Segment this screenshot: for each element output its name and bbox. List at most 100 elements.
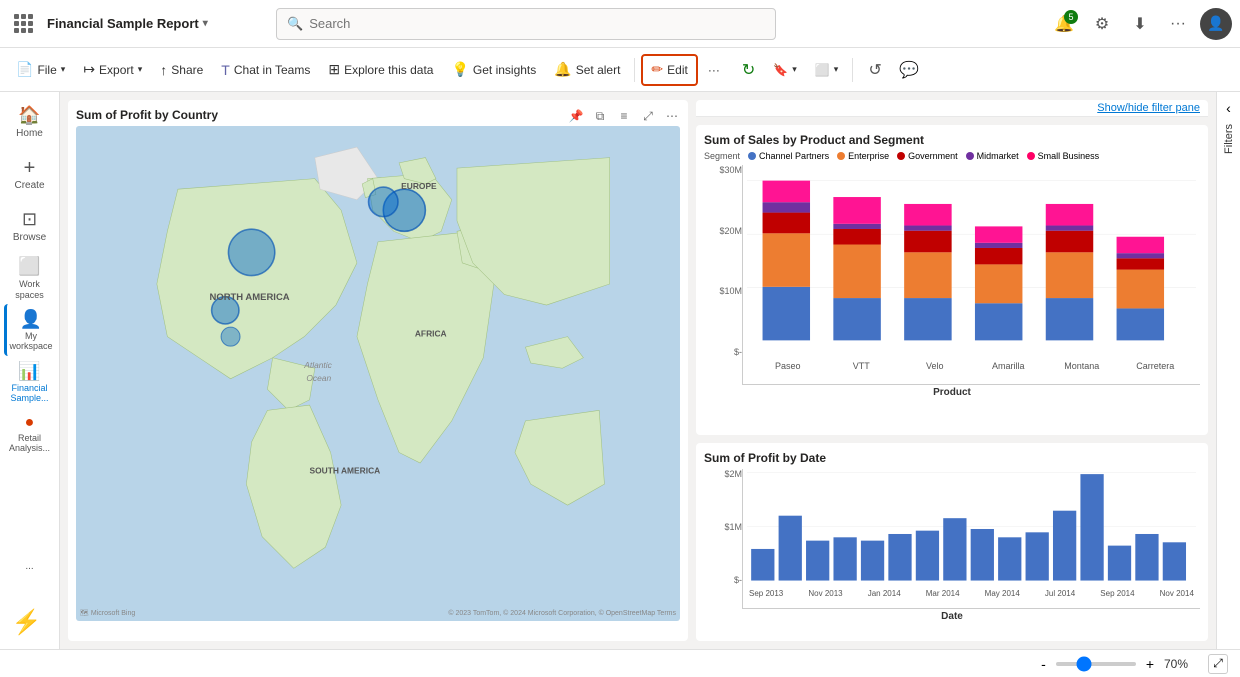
zoom-slider[interactable] [1056,662,1136,666]
sidebar-item-more[interactable]: ... [4,540,56,592]
bookmark-icon: 🔖 [773,63,788,77]
collapse-filter-button[interactable]: ‹ [1226,100,1231,116]
legend-text: Government [908,151,958,161]
sidebar-item-my-workspace[interactable]: 👤 Myworkspace [4,304,56,356]
comment-icon: 💬 [899,60,919,80]
chevron-down-icon: ▾ [203,18,208,29]
report-title[interactable]: Financial Sample Report ▾ [47,16,208,31]
ellipsis-icon: ··· [708,63,720,77]
line-chart-container: $2M $1M $- [704,469,1200,609]
y-axis-labels: $30M $20M $10M $- [704,165,742,385]
chevron-icon: ▾ [834,64,839,75]
retail-icon: ● [25,414,35,432]
sidebar-item-financial[interactable]: 📊 FinancialSample... [4,356,56,408]
legend-enterprise: Enterprise [837,151,889,161]
file-icon: 📄 [16,61,33,78]
ellipsis-icon: ··· [1170,15,1186,33]
line-x-axis-labels: Sep 2013 Nov 2013 Jan 2014 Mar 2014 May … [747,587,1196,598]
avatar[interactable]: 👤 [1200,8,1232,40]
alert-button[interactable]: 🔔 Set alert [546,54,628,86]
download-button[interactable]: ⬇ [1124,8,1156,40]
pin-icon[interactable]: 📌 [566,106,586,126]
filters-label[interactable]: Filters [1223,124,1235,154]
explore-button[interactable]: ⊞ Explore this data [320,54,441,86]
share-button[interactable]: ↑ Share [152,54,211,86]
more-actions-button[interactable]: ··· [700,54,728,86]
home-icon: 🏠 [18,105,40,126]
browse-icon: ⊡ [22,209,37,230]
zoom-plus-button[interactable]: + [1142,656,1158,672]
grid-icon[interactable] [14,14,33,33]
line-y-axis-labels: $2M $1M $- [704,469,742,609]
bing-credit: 🗺Microsoft Bing [80,609,135,617]
sidebar-item-create[interactable]: + Create [4,148,56,200]
legend-text: Enterprise [848,151,889,161]
more-options-button[interactable]: ··· [1162,8,1194,40]
legend-midmarket: Midmarket [966,151,1019,161]
bar-chart: Sum of Sales by Product and Segment Segm… [696,125,1208,435]
top-bar-left: Financial Sample Report ▾ [8,14,268,33]
filter-icon[interactable]: ≡ [614,106,634,126]
fit-icon: ⤢ [1213,656,1223,671]
legend-dot [897,152,905,160]
comment-button[interactable]: 💬 [893,54,925,86]
sidebar-item-label: FinancialSample... [10,384,48,404]
settings-button[interactable]: ⚙ [1086,8,1118,40]
legend-dot [1027,152,1035,160]
bar-chart-legend: Segment Channel Partners Enterprise Gove… [704,151,1200,161]
map-chart: Sum of Profit by Country 📌 ⧉ ≡ ⤢ ⋯ [68,100,688,641]
legend-small-business: Small Business [1027,151,1100,161]
line-chart-svg [747,469,1196,584]
plus-icon: + [24,158,36,178]
world-map-svg: NORTH AMERICA EUROPE SOUTH AMERICA AFRIC… [76,126,680,621]
zoom-control: - + 70% [1037,656,1200,672]
sidebar-item-workspaces[interactable]: ⬜ Workspaces [4,252,56,304]
show-hide-filter-btn[interactable]: Show/hide filter pane [1097,102,1200,114]
bookmark-button[interactable]: 🔖 ▾ [765,54,804,86]
search-input[interactable] [309,16,765,31]
gear-icon: ⚙ [1095,14,1109,34]
sidebar-item-retail[interactable]: ● RetailAnalysis... [4,408,56,460]
fullscreen-button[interactable]: ↺ [859,54,891,86]
map-container: NORTH AMERICA EUROPE SOUTH AMERICA AFRIC… [76,126,680,621]
sidebar-item-label: Myworkspace [9,332,52,352]
insights-button[interactable]: 💡 Get insights [443,54,544,86]
notifications-badge: 5 [1064,10,1078,24]
line-bars-area: Sep 2013 Nov 2013 Jan 2014 Mar 2014 May … [742,469,1200,609]
notifications-button[interactable]: 🔔 5 [1048,8,1080,40]
search-bar[interactable]: 🔍 [276,8,776,40]
zoom-minus-button[interactable]: - [1037,656,1050,672]
export-button[interactable]: ↦ Export ▾ [75,54,150,86]
legend-dot [966,152,974,160]
chevron-icon: ▾ [792,64,797,75]
refresh-button[interactable]: ↻ [734,54,763,86]
sidebar: 🏠 Home + Create ⊡ Browse ⬜ Workspaces 👤 … [0,92,60,649]
sidebar-item-browse[interactable]: ⊡ Browse [4,200,56,252]
sidebar-item-home[interactable]: 🏠 Home [4,96,56,148]
copy-icon[interactable]: ⧉ [590,106,610,126]
alert-icon: 🔔 [554,61,571,78]
file-button[interactable]: 📄 File ▾ [8,54,73,86]
edit-button[interactable]: ✏ Edit [641,54,697,86]
zoom-level: 70% [1164,657,1200,671]
download-icon: ⬇ [1133,14,1146,34]
legend-text: Midmarket [977,151,1019,161]
sidebar-item-label: Create [14,180,44,191]
search-icon: 🔍 [287,16,303,32]
teams-icon: T [221,62,230,78]
fit-page-button[interactable]: ⤢ [1208,654,1228,674]
bar-chart-icon: 📊 [18,361,40,382]
chat-teams-button[interactable]: T Chat in Teams [213,54,318,86]
export-icon: ↦ [83,61,95,78]
main-layout: 🏠 Home + Create ⊡ Browse ⬜ Workspaces 👤 … [0,92,1240,649]
view-button[interactable]: ⬜ ▾ [807,54,846,86]
filter-panel: ‹ Filters [1216,92,1240,649]
expand-icon[interactable]: ⤢ [638,106,658,126]
legend-text: Channel Partners [759,151,829,161]
svg-text:SOUTH AMERICA: SOUTH AMERICA [310,466,381,476]
more-icon[interactable]: ⋯ [662,106,682,126]
right-column: Show/hide filter pane Sum of Sales by Pr… [696,100,1208,641]
powerbi-logo: ⚡ [4,600,56,645]
sidebar-bottom: ... ⚡ [4,540,56,645]
refresh-icon: ↻ [742,60,755,80]
